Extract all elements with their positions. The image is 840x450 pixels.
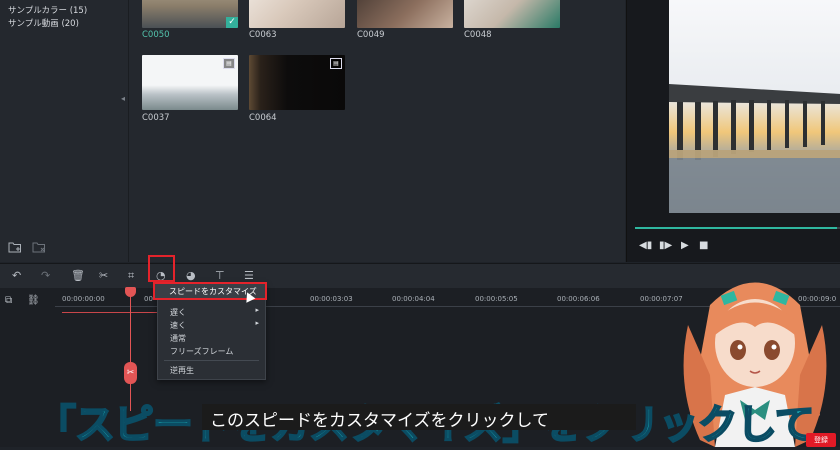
timecode-label: 00 — [144, 295, 153, 303]
previous-frame-icon[interactable]: ◀▮ — [639, 240, 652, 251]
split-scissors-icon[interactable]: ✂ — [124, 362, 137, 384]
preview-video-frame — [669, 0, 840, 213]
media-thumbnail[interactable] — [357, 0, 453, 28]
text-icon[interactable]: ⊤ — [215, 269, 225, 283]
media-clip-label: C0048 — [464, 30, 492, 40]
media-clip-label: C0037 — [142, 113, 170, 123]
checkmark-icon: ✓ — [226, 17, 238, 28]
menu-item-normal[interactable]: 通常 — [170, 333, 186, 344]
link-icon[interactable]: ⛓ — [27, 294, 40, 308]
playback-progress-fill — [635, 227, 837, 229]
color-icon[interactable]: ◕ — [186, 269, 196, 283]
media-thumbnail[interactable] — [249, 0, 345, 28]
menu-separator — [164, 360, 259, 361]
subtitle-text: このスピードをカスタマイズをクリックして — [210, 411, 549, 431]
timecode-label: 00:00:03:03 — [310, 295, 353, 303]
new-folder-icon[interactable] — [8, 241, 22, 253]
menu-item-freeze-frame[interactable]: フリーズフレーム — [170, 346, 233, 357]
submenu-arrow-icon: ▸ — [255, 306, 259, 314]
menu-item-reverse[interactable]: 逆再生 — [170, 365, 194, 376]
crop-icon[interactable]: ⌗ — [128, 269, 134, 283]
submenu-arrow-icon: ▸ — [255, 319, 259, 327]
media-clip-label: C0050 — [142, 30, 170, 40]
video-clip-icon: ▤ — [223, 58, 235, 69]
menu-item-slow[interactable]: 遅く — [170, 307, 186, 318]
selected-clip-range — [62, 312, 158, 313]
library-panel: サンプルカラー (15) サンプル動画 (20) ◂ — [0, 0, 129, 262]
timecode-label: 00:00:06:06 — [557, 295, 600, 303]
media-clip-label: C0063 — [249, 30, 277, 40]
menu-item-fast[interactable]: 速く — [170, 320, 186, 331]
undo-icon[interactable]: ↶ — [12, 269, 21, 283]
redo-icon[interactable]: ↷ — [41, 269, 50, 283]
speed-button-highlight — [148, 255, 175, 282]
media-clip-label: C0049 — [357, 30, 385, 40]
cut-icon[interactable]: ✂ — [99, 269, 108, 283]
media-thumbnail[interactable]: ▤ — [249, 55, 345, 110]
subscribe-button[interactable]: 登録 — [806, 433, 836, 447]
timecode-label: 00:00:04:04 — [392, 295, 435, 303]
audio-mixer-icon[interactable]: ☰ — [244, 269, 254, 283]
playback-progress-bar[interactable] — [635, 227, 840, 229]
play-icon[interactable]: ▶ — [681, 240, 689, 251]
media-clip-label: C0064 — [249, 113, 277, 123]
video-clip-icon: ▤ — [330, 58, 342, 69]
media-thumbnail[interactable] — [464, 0, 560, 28]
timecode-label: 00:00:00:00 — [62, 295, 105, 303]
preview-panel: ◀▮ ▮▶ ▶ ■ — [626, 0, 840, 262]
next-frame-icon[interactable]: ▮▶ — [659, 240, 672, 251]
add-track-icon[interactable]: ⧉ — [5, 294, 12, 308]
media-thumbnail[interactable]: ✓ — [142, 0, 238, 28]
stop-icon[interactable]: ■ — [699, 240, 708, 251]
library-item-sample-colors[interactable]: サンプルカラー (15) — [8, 4, 87, 16]
remove-folder-icon[interactable] — [32, 241, 46, 253]
collapse-arrow-icon[interactable]: ◂ — [121, 94, 125, 103]
library-item-sample-videos[interactable]: サンプル動画 (20) — [8, 17, 79, 29]
media-thumbnail[interactable]: ▤ — [142, 55, 238, 110]
delete-icon[interactable]: 🗑 — [71, 269, 85, 283]
timecode-label: 00:00:05:05 — [475, 295, 518, 303]
